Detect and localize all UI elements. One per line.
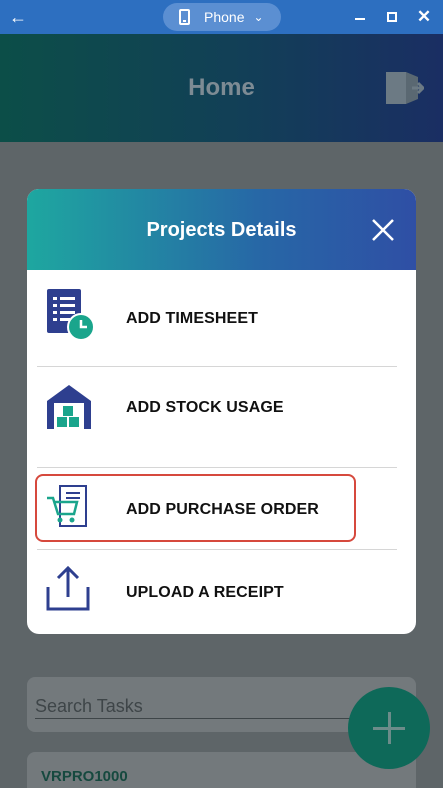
timesheet-icon — [47, 289, 94, 341]
upload-icon — [46, 565, 90, 611]
warehouse-icon — [47, 385, 91, 429]
back-arrow-icon[interactable]: ← — [8, 4, 28, 30]
add-fab-button[interactable] — [348, 687, 430, 769]
maximize-icon[interactable] — [379, 4, 405, 30]
divider — [37, 467, 397, 468]
close-window-icon[interactable]: ✕ — [411, 4, 437, 30]
add-timesheet-item[interactable]: ADD TIMESHEET — [27, 279, 416, 359]
phone-icon — [179, 9, 190, 25]
project-code: VRPRO1000 — [41, 768, 128, 785]
page-title: Home — [188, 74, 255, 101]
logout-icon[interactable] — [384, 70, 424, 106]
projects-details-modal: Projects Details ADD TIMESHEET ADD STOCK… — [27, 189, 416, 634]
minimize-icon[interactable] — [347, 4, 373, 30]
highlight-box — [35, 474, 356, 542]
upload-receipt-label: UPLOAD A RECEIPT — [126, 584, 284, 601]
chevron-down-icon: ⌄ — [253, 10, 264, 24]
upload-receipt-item[interactable]: UPLOAD A RECEIPT — [27, 554, 416, 634]
device-selector[interactable]: Phone ⌄ — [163, 3, 281, 31]
add-stock-usage-item[interactable]: ADD STOCK USAGE — [27, 369, 416, 449]
divider — [37, 366, 397, 367]
modal-title: Projects Details — [146, 219, 297, 241]
divider — [37, 549, 397, 550]
emulator-titlebar: ← Phone ⌄ ✕ — [0, 0, 443, 34]
device-label: Phone — [204, 9, 245, 25]
close-icon[interactable] — [369, 216, 397, 244]
add-timesheet-label: ADD TIMESHEET — [126, 310, 258, 327]
modal-header: Projects Details — [27, 189, 416, 270]
add-stock-usage-label: ADD STOCK USAGE — [126, 399, 284, 416]
project-card[interactable]: VRPRO1000 — [27, 752, 416, 788]
app-header: Home — [0, 34, 443, 142]
